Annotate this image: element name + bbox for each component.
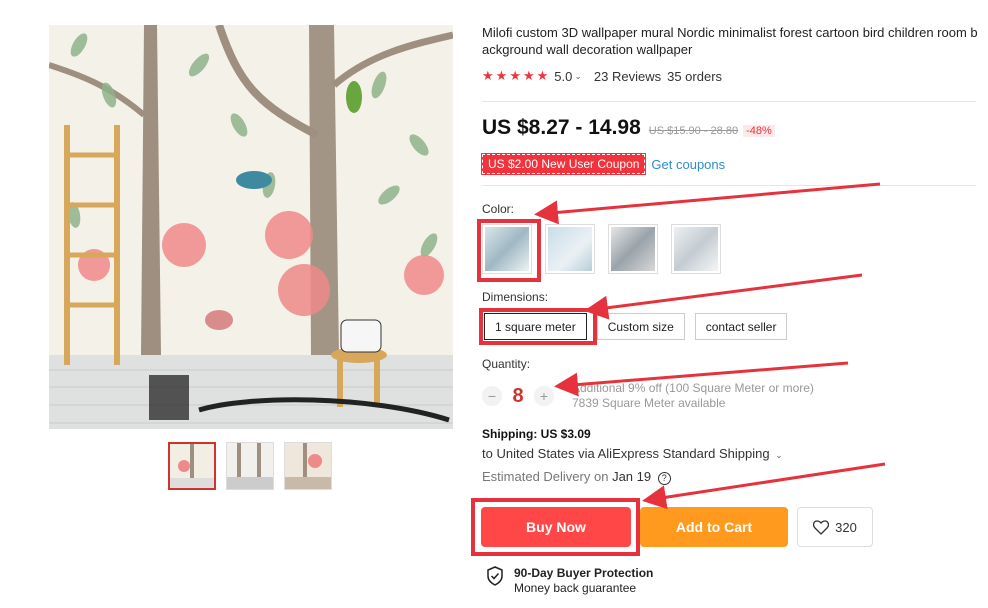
annotation-box-color: [477, 219, 541, 282]
divider: [482, 101, 976, 102]
main-product-image[interactable]: [49, 25, 453, 429]
available-stock-text: 7839 Square Meter available: [572, 396, 726, 410]
chevron-down-icon[interactable]: ⌄: [574, 71, 582, 82]
dimension-option-contact-seller[interactable]: contact seller: [694, 313, 788, 340]
buyer-protection-title: 90-Day Buyer Protection: [514, 566, 654, 580]
quantity-stepper: − 8 + Additional 9% off (100 Square Mete…: [482, 381, 814, 411]
divider: [482, 185, 976, 186]
chevron-down-icon[interactable]: ⌄: [775, 450, 783, 460]
rating-stars: ★ ★ ★ ★ ★: [482, 68, 548, 84]
thumbnail-1[interactable]: [168, 442, 216, 490]
annotation-arrow-buy-now: [642, 462, 886, 510]
get-coupons-link[interactable]: Get coupons: [651, 157, 725, 172]
annotation-box-dimension: [479, 308, 597, 345]
discount-badge: -48%: [743, 125, 775, 137]
buyer-protection-text: 90-Day Buyer Protection Money back guara…: [514, 566, 653, 596]
rating-value[interactable]: 5.0: [554, 69, 572, 84]
heart-icon: [813, 519, 830, 535]
color-label: Color:: [482, 202, 515, 216]
star-icon: ★: [536, 68, 549, 83]
annotation-box-buy-now: [471, 498, 640, 556]
star-icon: ★: [495, 68, 508, 83]
thumbnail-3[interactable]: [284, 442, 332, 490]
shipping-cost: Shipping: US $3.09: [482, 427, 591, 441]
wishlist-count: 320: [835, 519, 857, 535]
price-row: US $8.27 - 14.98 US $15.90 - 28.80 -48%: [482, 116, 775, 140]
annotation-arrow-dimension: [584, 273, 863, 320]
info-icon[interactable]: ?: [657, 472, 671, 485]
dimensions-label: Dimensions:: [482, 290, 549, 304]
star-icon: ★: [482, 68, 494, 83]
extra-discount-text: Additional 9% off (100 Square Meter or m…: [572, 381, 814, 395]
thumbnail-2[interactable]: [226, 442, 274, 490]
quantity-input[interactable]: 8: [502, 385, 534, 408]
buyer-protection-subtitle: Money back guarantee: [514, 581, 637, 595]
quantity-minus-button[interactable]: −: [482, 386, 502, 406]
delivery-date: Jan 19: [612, 469, 652, 484]
estimated-delivery: Estimated Delivery on Jan 19 ?: [482, 469, 671, 485]
product-title: Milofi custom 3D wallpaper mural Nordic …: [482, 25, 978, 57]
wishlist-button[interactable]: 320: [797, 507, 873, 547]
color-swatch-3[interactable]: [608, 224, 658, 274]
star-icon: ★: [522, 68, 535, 83]
shipping-method[interactable]: to United States via AliExpress Standard…: [482, 446, 783, 461]
quantity-label: Quantity:: [482, 357, 531, 371]
orders-count: 35 orders: [667, 68, 723, 84]
reviews-link[interactable]: 23 Reviews: [594, 69, 661, 84]
coupon-badge: US $2.00 New User Coupon: [480, 153, 647, 175]
rating-row: ★ ★ ★ ★ ★ 5.0 ⌄ 23 Reviews 35 orders: [482, 68, 722, 84]
quantity-info: Additional 9% off (100 Square Meter or m…: [572, 381, 814, 411]
color-swatch-4[interactable]: [671, 224, 721, 274]
shipping-method-text: to United States via AliExpress Standard…: [482, 446, 770, 461]
price: US $8.27 - 14.98: [482, 116, 641, 139]
add-to-cart-button[interactable]: Add to Cart: [640, 507, 788, 547]
coupon-row: US $2.00 New User Coupon Get coupons: [480, 153, 725, 175]
annotation-arrow-color: [534, 182, 881, 225]
delivery-prefix: Estimated Delivery on: [482, 469, 609, 484]
quantity-plus-button[interactable]: +: [534, 386, 554, 406]
buyer-protection: 90-Day Buyer Protection Money back guara…: [486, 566, 653, 596]
shield-check-icon: [487, 566, 503, 586]
original-price: US $15.90 - 28.80: [648, 125, 739, 137]
thumbnail-strip: [168, 442, 332, 490]
dimension-option-custom-size[interactable]: Custom size: [596, 313, 685, 340]
star-icon: ★: [509, 68, 521, 83]
color-swatch-2[interactable]: [545, 224, 595, 274]
